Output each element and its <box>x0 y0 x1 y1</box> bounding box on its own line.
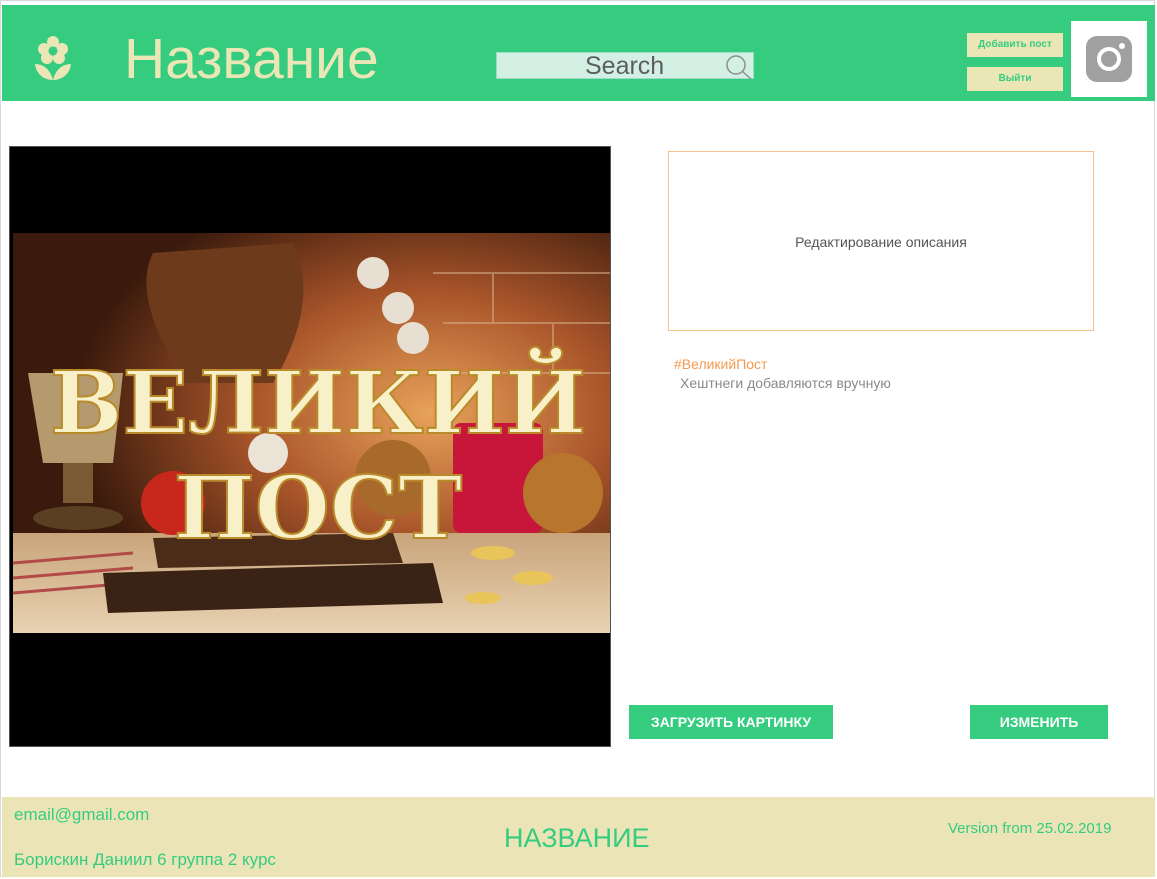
edit-button[interactable]: ИЗМЕНИТЬ <box>970 705 1108 739</box>
search-input[interactable]: Search <box>496 52 754 80</box>
flower-icon[interactable] <box>32 34 74 82</box>
description-editor[interactable]: Редактирование описания <box>668 151 1094 331</box>
site-title: Название <box>124 27 379 91</box>
search-icon[interactable] <box>723 53 753 80</box>
footer-author: Борискин Даниил 6 группа 2 курс <box>14 850 276 869</box>
header-bar: Название Search Добавить пост Выйти <box>2 5 1155 101</box>
logout-button[interactable]: Выйти <box>967 67 1063 91</box>
footer-email[interactable]: email@gmail.com <box>14 805 149 825</box>
search-placeholder: Search <box>585 52 665 80</box>
add-post-button[interactable]: Добавить пост <box>967 33 1063 57</box>
description-placeholder: Редактирование описания <box>795 234 967 250</box>
upload-image-button[interactable]: ЗАГРУЗИТЬ КАРТИНКУ <box>629 705 833 739</box>
hashtag-hint: Хештнеги добавляются вручную <box>680 375 891 391</box>
hashtag-link[interactable]: #ВеликийПост <box>674 356 767 372</box>
avatar[interactable] <box>1071 21 1147 97</box>
footer-version: Version from 25.02.2019 <box>948 820 1112 837</box>
post-image-frame: ВЕЛИКИЙ ПОСТ <box>9 146 611 747</box>
svg-text:ПОСТ: ПОСТ <box>174 458 463 559</box>
svg-text:ВЕЛИКИЙ: ВЕЛИКИЙ <box>50 347 586 454</box>
camera-icon <box>1086 36 1132 82</box>
footer-title: НАЗВАНИЕ <box>504 823 650 853</box>
post-image[interactable]: ВЕЛИКИЙ ПОСТ <box>13 233 610 633</box>
footer: email@gmail.com Борискин Даниил 6 группа… <box>2 797 1155 877</box>
